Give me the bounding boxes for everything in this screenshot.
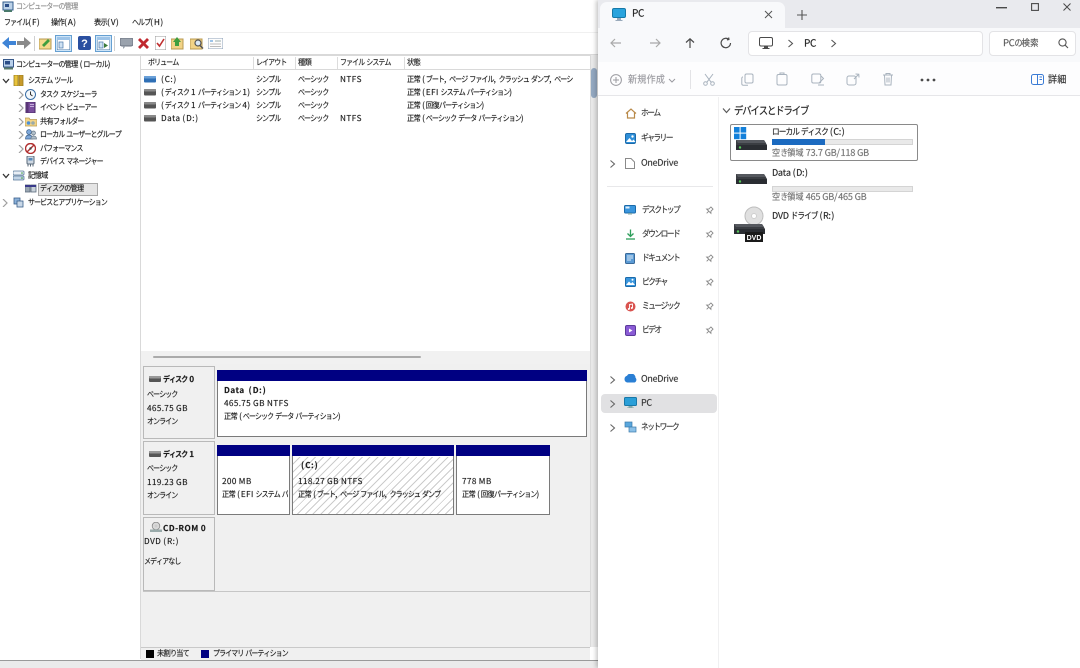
svg-text:?: ?	[81, 38, 88, 50]
svg-text:DVD: DVD	[747, 235, 762, 242]
